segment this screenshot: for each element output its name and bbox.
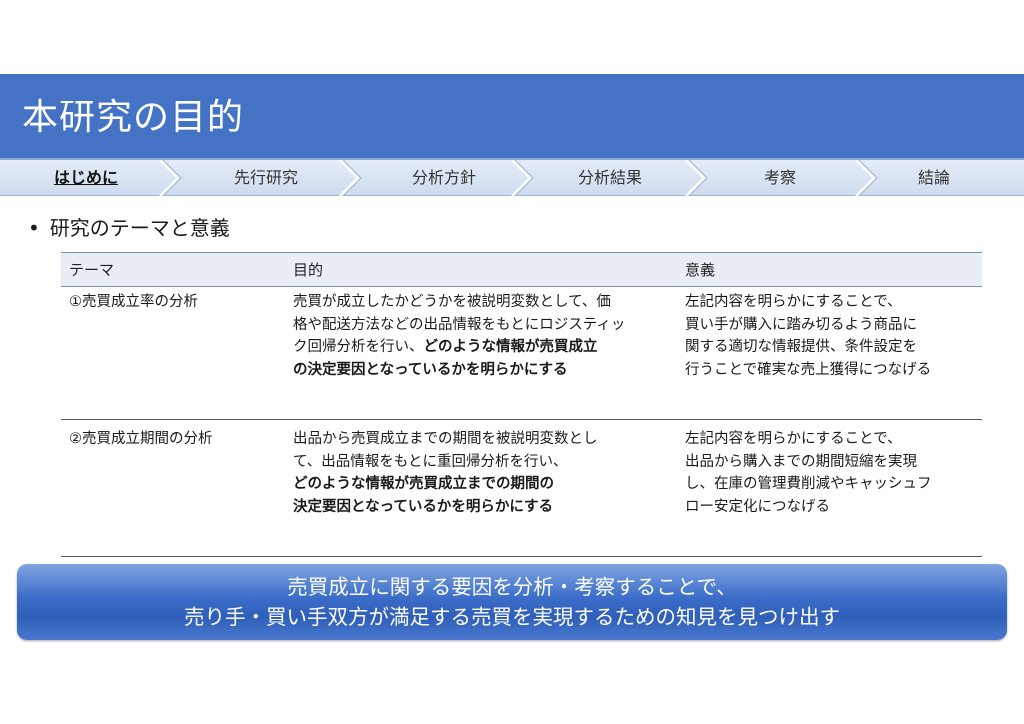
column-header-significance: 意義 [677,252,982,287]
progress-nav: はじめに 先行研究 分析方針 分析結果 考察 結論 [0,158,1024,196]
significance-line: ロー安定化につなげる [685,498,830,515]
banner-line-1: 売買成立に関する要因を分析・考察することで、 [287,575,737,599]
theme-cell: ①売買成立率の分析 [61,286,285,420]
purpose-line: 売買が成立したかどうかを被説明変数として、価 [293,294,611,310]
significance-line: 左記内容を明らかにすることで、 [685,431,902,447]
nav-step-conclusion[interactable]: 結論 [874,160,994,196]
purpose-line: て、出品情報をもとに重回帰分析を行い、 [293,453,568,470]
purpose-emphasis: の決定要因となっているかを明らかにする [293,361,568,378]
table-header-row: テーマ 目的 意義 [61,252,982,287]
significance-cell: 左記内容を明らかにすることで、 出品から購入までの期間短縮を実現 し、在庫の管理… [677,419,982,557]
significance-line: 左記内容を明らかにすることで、 [685,294,902,310]
column-header-purpose: 目的 [285,252,677,287]
significance-line: 買い手が購入に踏み切るよう商品に [685,316,917,333]
purpose-line: ク回帰分析を行い、どのような情報が売買成立 [293,336,669,359]
banner-line-2: 売り手・買い手双方が満足する売買を実現するための知見を見つけ出す [184,605,840,629]
table-row: ②売買成立期間の分析 出品から売買成立までの期間を被説明変数とし て、出品情報を… [61,419,982,557]
significance-cell: 左記内容を明らかにすることで、 買い手が購入に踏み切るよう商品に 関する適切な情… [677,286,982,420]
significance-line: 出品から購入までの期間短縮を実現 [685,453,917,470]
purpose-text: ク回帰分析を行い、 [293,339,424,355]
nav-step-analysis-policy[interactable]: 分析方針 [364,160,524,196]
significance-line: し、在庫の管理費削減やキャッシュフ [685,476,932,492]
nav-step-prior-research[interactable]: 先行研究 [186,160,346,196]
section-heading: • 研究のテーマと意義 [28,214,230,242]
nav-step-introduction[interactable]: はじめに [54,160,118,196]
purpose-emphasis: どのような情報が売買成立までの期間の [293,476,554,492]
purpose-cell: 出品から売買成立までの期間を被説明変数とし て、出品情報をもとに重回帰分析を行い… [285,419,677,557]
column-header-theme: テーマ [61,252,285,287]
section-heading-text: 研究のテーマと意義 [49,216,230,240]
significance-line: 関する適切な情報提供、条件設定を [685,339,917,355]
nav-step-analysis-results[interactable]: 分析結果 [530,160,690,196]
table-row: ①売買成立率の分析 売買が成立したかどうかを被説明変数として、価 格や配送方法な… [61,286,982,420]
theme-cell: ②売買成立期間の分析 [61,419,285,557]
significance-line: 行うことで確実な売上獲得につなげる [685,361,932,378]
purpose-cell: 売買が成立したかどうかを被説明変数として、価 格や配送方法などの出品情報をもとに… [285,286,677,420]
conclusion-banner: 売買成立に関する要因を分析・考察することで、 売り手・買い手双方が満足する売買を… [17,564,1007,640]
purpose-emphasis: 決定要因となっているかを明らかにする [293,498,553,515]
research-theme-table: テーマ 目的 意義 ①売買成立率の分析 売買が成立したかどうかを被説明変数として… [61,252,982,557]
purpose-line: 出品から売買成立までの期間を被説明変数とし [293,431,598,447]
theme-text: ②売買成立期間の分析 [69,431,213,447]
purpose-line: 格や配送方法などの出品情報をもとにロジスティッ [293,316,626,333]
purpose-emphasis: どのような情報が売買成立 [423,339,598,355]
nav-step-discussion[interactable]: 考察 [700,160,860,196]
page-title: 本研究の目的 [22,97,245,138]
bullet: • [28,216,40,240]
theme-text: ①売買成立率の分析 [69,294,198,310]
title-bar: 本研究の目的 [0,74,1024,158]
